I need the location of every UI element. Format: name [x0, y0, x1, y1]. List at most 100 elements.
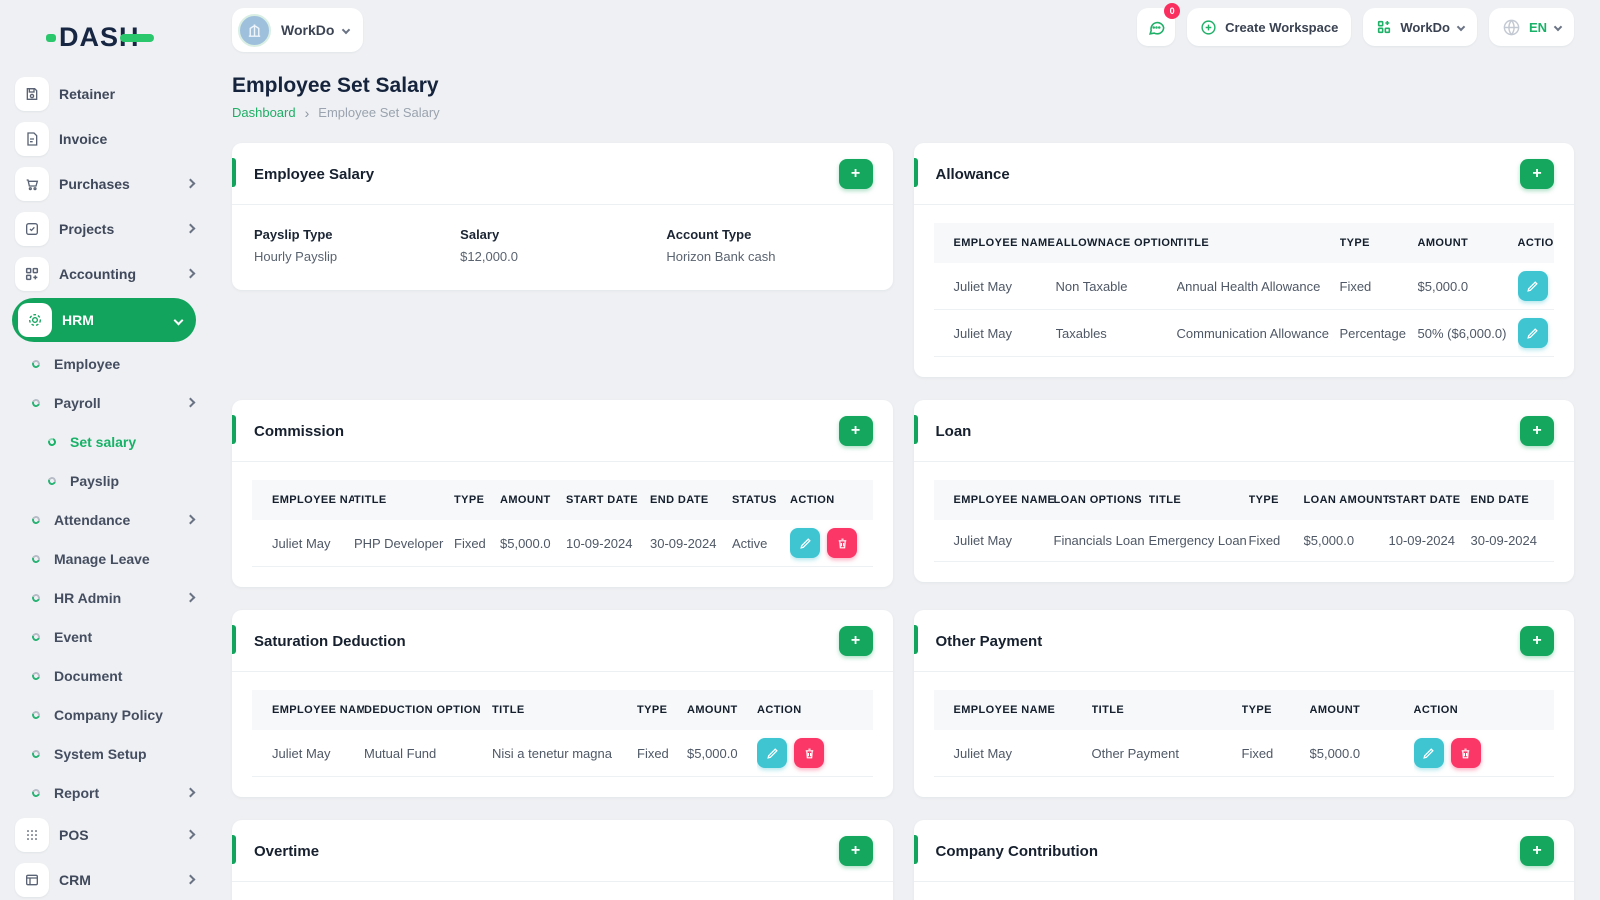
page-title: Employee Set Salary — [232, 74, 439, 97]
sidebar-item-system-setup[interactable]: System Setup — [0, 734, 210, 773]
sidebar-item-label: Retainer — [59, 85, 116, 102]
bullet-icon — [30, 358, 42, 369]
column-header-start-date: START DATE — [1388, 480, 1471, 520]
table-row: Juliet May Other Payment Fixed $5,000.0 — [933, 730, 1554, 777]
edit-button[interactable] — [790, 528, 820, 558]
sidebar-item-payroll[interactable]: Payroll — [0, 383, 210, 422]
card-commission: Commission + EMPLOYEE NAMETITLETYPEAMOUN… — [232, 400, 893, 587]
field-payslip-type: Payslip Type Hourly Payslip — [254, 227, 460, 264]
sidebar-item-invoice[interactable]: Invoice — [0, 116, 210, 161]
add-employee-salary-button[interactable]: + — [838, 159, 873, 189]
column-header-end-date: END DATE — [1470, 480, 1554, 520]
create-workspace-button[interactable]: Create Workspace — [1187, 8, 1352, 46]
card-title: Company Contribution — [935, 842, 1098, 860]
sidebar-item-employee[interactable]: Employee — [0, 344, 210, 383]
sidebar-item-payslip[interactable]: Payslip — [0, 461, 210, 500]
sidebar-item-attendance[interactable]: Attendance — [0, 500, 210, 539]
workdo-dropdown-label: WorkDo — [1400, 19, 1450, 35]
sidebar-item-label: Payslip — [70, 472, 120, 489]
sidebar-item-accounting[interactable]: Accounting — [0, 251, 210, 296]
sidebar-item-purchases[interactable]: Purchases — [0, 161, 210, 206]
actions-cell — [1517, 263, 1554, 310]
delete-button[interactable] — [794, 738, 824, 768]
sidebar-item-document[interactable]: Document — [0, 656, 210, 695]
table-cell: Other Payment — [1091, 730, 1242, 777]
chevron-right-icon — [185, 397, 196, 408]
overtime-body — [232, 882, 893, 900]
sidebar-item-crm[interactable]: CRM — [0, 857, 210, 900]
column-header-action: ACTION — [790, 480, 873, 520]
sidebar-item-report[interactable]: Report — [0, 773, 210, 812]
sidebar-item-projects[interactable]: Projects — [0, 206, 210, 251]
chevron-right-icon — [185, 178, 196, 189]
card-header: Loan + — [913, 400, 1574, 462]
table-cell: Taxables — [1055, 309, 1177, 357]
edit-button[interactable] — [1517, 318, 1548, 348]
bullet-icon — [30, 592, 42, 603]
add-allowance-button[interactable]: + — [1520, 159, 1554, 189]
bullet-icon — [30, 748, 42, 759]
table-cell: Juliet May — [933, 520, 1054, 562]
delete-button[interactable] — [1450, 738, 1481, 768]
card-header: Overtime + — [232, 820, 893, 882]
sidebar-item-event[interactable]: Event — [0, 617, 210, 656]
messages-badge: 0 — [1164, 3, 1181, 19]
chat-icon — [1148, 21, 1165, 35]
sidebar-item-hrm[interactable]: HRM — [12, 298, 196, 342]
column-header-action: ACTION — [1413, 690, 1554, 730]
edit-button[interactable] — [1413, 738, 1444, 768]
bullet-icon — [30, 514, 42, 525]
topbar: WorkDo 0 Create Workspace WorkDo EN — [232, 3, 1574, 52]
chevron-right-icon — [185, 829, 196, 840]
sidebar-item-set-salary[interactable]: Set salary — [0, 422, 210, 461]
card-header: Employee Salary + — [232, 143, 893, 205]
card-title: Commission — [254, 422, 345, 440]
pos-icon — [15, 817, 49, 852]
add-commission-button[interactable]: + — [838, 416, 873, 446]
add-other-payment-button[interactable]: + — [1520, 626, 1554, 656]
field-label: Account Type — [666, 227, 752, 242]
edit-button[interactable] — [757, 738, 787, 768]
other-payment-table: EMPLOYEE NAME TITLE TYPE AMOUNT ACTION Juliet… — [933, 690, 1554, 777]
sidebar-item-label: Attendance — [54, 511, 131, 528]
sidebar-item-manage-leave[interactable]: Manage Leave — [0, 539, 210, 578]
add-company-contribution-button[interactable]: + — [1520, 836, 1554, 866]
add-saturation-deduction-button[interactable]: + — [838, 626, 873, 656]
sidebar-nav: Retainer Invoice Purchases Projects Accounti… — [0, 71, 210, 900]
sidebar-item-retainer[interactable]: Retainer — [0, 71, 210, 116]
sidebar-item-hr-admin[interactable]: HR Admin — [0, 578, 210, 617]
sidebar-item-label: Invoice — [59, 130, 108, 147]
delete-button[interactable] — [827, 528, 857, 558]
table-cell: Fixed — [1241, 730, 1310, 777]
field-value: Hourly Payslip — [254, 249, 338, 264]
field-account-type: Account Type Horizon Bank cash — [666, 227, 872, 264]
actions-cell — [1413, 730, 1554, 777]
table-cell: $5,000.0 — [500, 520, 566, 567]
add-loan-button[interactable]: + — [1520, 416, 1554, 446]
workdo-dropdown[interactable]: WorkDo — [1363, 8, 1477, 46]
chevron-right-icon — [185, 787, 196, 798]
language-selector[interactable]: EN — [1488, 8, 1574, 46]
breadcrumb-dashboard-link[interactable]: Dashboard — [232, 105, 296, 120]
sidebar-item-label: HRM — [62, 312, 94, 328]
messages-button[interactable]: 0 — [1137, 3, 1181, 46]
card-title: Loan — [935, 422, 972, 440]
sidebar-item-pos[interactable]: POS — [0, 812, 210, 857]
bullet-icon — [46, 436, 58, 447]
employee-salary-fields: Payslip Type Hourly Payslip Salary $12,000.… — [232, 205, 893, 290]
workspace-selector[interactable]: WorkDo — [232, 8, 364, 52]
column-header-employee-name: EMPLOYEE NAME — [933, 223, 1056, 263]
workspace-name: WorkDo — [281, 22, 335, 38]
table-cell: Communication Allowance — [1176, 309, 1340, 357]
column-header-allownace-option: ALLOWNACE OPTION — [1055, 223, 1177, 263]
add-overtime-button[interactable]: + — [838, 836, 873, 866]
accounting-icon — [15, 256, 49, 291]
table-row: Juliet May Financials Loan Emergency Loan F… — [933, 520, 1554, 562]
chevron-down-icon — [1553, 22, 1563, 32]
column-header-end-date: END DATE — [650, 480, 732, 520]
sidebar-item-company-policy[interactable]: Company Policy — [0, 695, 210, 734]
table-cell: Fixed — [1248, 520, 1304, 562]
edit-button[interactable] — [1517, 271, 1548, 301]
bullet-icon — [46, 475, 58, 486]
table-header-row: EMPLOYEE NAMETITLETYPEAMOUNTSTART DATEEN… — [252, 480, 873, 520]
